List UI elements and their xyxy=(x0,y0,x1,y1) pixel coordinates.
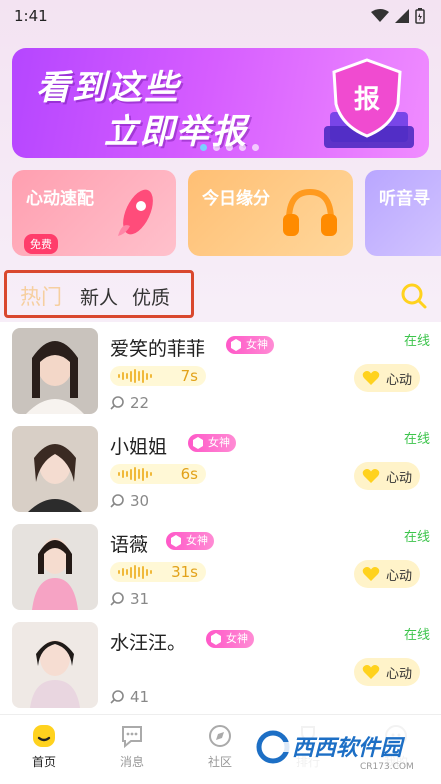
message-icon xyxy=(122,726,142,749)
online-status: 在线 xyxy=(404,530,431,545)
banner-dot[interactable] xyxy=(200,144,207,151)
status-icons xyxy=(371,8,425,24)
watermark: 西西软件园 CR173.COM xyxy=(250,724,441,784)
heart-icon xyxy=(362,567,380,581)
voice-intro[interactable]: 7s xyxy=(110,366,206,386)
waveform-icon xyxy=(118,369,152,383)
voice-duration: 31s xyxy=(171,563,198,581)
crown-icon xyxy=(171,535,181,547)
tab-hot[interactable]: 热门 xyxy=(20,281,62,311)
goddess-badge: 女神 xyxy=(206,630,254,648)
avatar[interactable] xyxy=(12,426,98,512)
signal-icon xyxy=(395,9,409,23)
chat-bubble-icon xyxy=(110,690,124,704)
waveform-icon xyxy=(118,467,152,481)
heart-button[interactable]: 心动 xyxy=(354,560,420,588)
crown-icon xyxy=(211,633,221,645)
watermark-text: 西西软件园 xyxy=(292,736,403,761)
banner-headline-1: 看到这些 xyxy=(36,68,180,108)
report-shield-icon: 报 xyxy=(324,58,414,148)
voice-duration: 7s xyxy=(180,367,198,385)
online-status: 在线 xyxy=(404,334,431,349)
home-icon xyxy=(33,725,55,747)
online-status: 在线 xyxy=(404,432,431,447)
status-bar: 1:41 xyxy=(0,0,441,32)
heart-button[interactable]: 心动 xyxy=(354,658,420,686)
banner-dot[interactable] xyxy=(226,144,233,151)
chat-count: 22 xyxy=(110,394,149,412)
avatar[interactable] xyxy=(12,328,98,414)
voice-intro[interactable]: 6s xyxy=(110,464,206,484)
chat-bubble-icon xyxy=(110,494,124,508)
chat-count: 31 xyxy=(110,590,149,608)
heart-button[interactable]: 心动 xyxy=(354,462,420,490)
watermark-url: CR173.COM xyxy=(360,762,414,772)
headphones-icon xyxy=(283,188,337,236)
report-banner[interactable]: 看到这些 立即举报 报 xyxy=(12,48,429,158)
voice-duration: 6s xyxy=(180,465,198,483)
card-title: 听音寻 xyxy=(379,189,430,209)
avatar[interactable] xyxy=(12,622,98,708)
rocket-icon xyxy=(118,189,153,236)
online-status: 在线 xyxy=(404,628,431,643)
card-listen-voice[interactable]: 听音寻 xyxy=(365,170,441,256)
waveform-icon xyxy=(118,565,152,579)
list-item[interactable]: 小姐姐 女神 6s 30 在线 心动 xyxy=(0,420,441,518)
nav-community[interactable]: 社区 xyxy=(190,723,250,770)
user-name: 水汪汪。 xyxy=(110,632,187,654)
list-item[interactable]: 语薇 女神 31s 31 在线 心动 xyxy=(0,518,441,616)
chat-count: 41 xyxy=(110,688,149,706)
goddess-badge: 女神 xyxy=(226,336,274,354)
card-title: 今日缘分 xyxy=(202,189,270,209)
compass-icon xyxy=(209,725,231,747)
avatar[interactable] xyxy=(12,524,98,610)
list-item[interactable]: 水汪汪。 女神 41 在线 心动 xyxy=(0,616,441,714)
tab-new[interactable]: 新人 xyxy=(80,283,118,310)
user-name: 小姐姐 xyxy=(110,436,168,458)
card-today-fate[interactable]: 今日缘分 xyxy=(188,170,353,256)
nav-home[interactable]: 首页 xyxy=(14,723,74,770)
banner-pagination xyxy=(200,144,259,151)
card-title: 心动速配 xyxy=(26,189,94,209)
crown-icon xyxy=(231,339,241,351)
user-list: 爱笑的菲菲 女神 7s 22 在线 心动 小姐姐 女神 6s 30 在线 心动 … xyxy=(0,322,441,714)
heart-icon xyxy=(362,469,380,483)
goddess-badge: 女神 xyxy=(188,434,236,452)
chat-bubble-icon xyxy=(110,592,124,606)
shield-label: 报 xyxy=(354,84,380,115)
watermark-logo-icon xyxy=(256,730,290,764)
search-icon[interactable] xyxy=(400,282,428,310)
nav-messages[interactable]: 消息 xyxy=(102,723,162,770)
feed-tabs: 热门 新人 优质 xyxy=(0,266,441,322)
chat-bubble-icon xyxy=(110,396,124,410)
user-name: 语薇 xyxy=(110,534,149,556)
tab-quality[interactable]: 优质 xyxy=(132,283,170,310)
goddess-badge: 女神 xyxy=(166,532,214,550)
user-name: 爱笑的菲菲 xyxy=(110,338,206,360)
chat-count: 30 xyxy=(110,492,149,510)
heart-icon xyxy=(362,665,380,679)
heart-icon xyxy=(362,371,380,385)
banner-dot[interactable] xyxy=(239,144,246,151)
wifi-icon xyxy=(371,9,389,22)
heart-button[interactable]: 心动 xyxy=(354,364,420,392)
banner-dot[interactable] xyxy=(252,144,259,151)
list-item[interactable]: 爱笑的菲菲 女神 7s 22 在线 心动 xyxy=(0,322,441,420)
card-speed-match[interactable]: 心动速配 免费 xyxy=(12,170,176,256)
voice-intro[interactable]: 31s xyxy=(110,562,206,582)
banner-dot[interactable] xyxy=(213,144,220,151)
crown-icon xyxy=(193,437,203,449)
free-badge: 免费 xyxy=(24,234,58,254)
battery-icon xyxy=(415,8,425,24)
status-time: 1:41 xyxy=(14,7,48,25)
